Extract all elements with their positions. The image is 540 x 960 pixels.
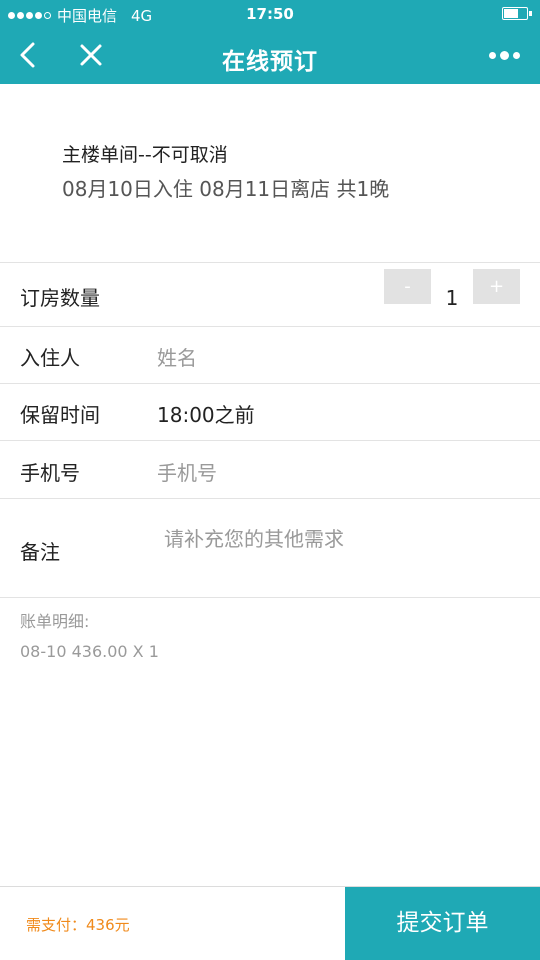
quantity-label: 订房数量 [20, 286, 100, 310]
stay-dates: 08月10日入住 08月11日离店 共1晚 [62, 177, 390, 201]
nav-bar: 在线预订 [0, 28, 540, 84]
submit-order-button[interactable]: 提交订单 [345, 887, 540, 960]
room-name: 主楼单间--不可取消 [62, 144, 228, 166]
bill-line: 08-10 436.00 X 1 [20, 642, 159, 661]
divider [0, 262, 540, 263]
room-info: 主楼单间--不可取消 08月10日入住 08月11日离店 共1晚 [62, 140, 389, 202]
divider [0, 597, 540, 598]
status-bar: 中国电信 4G 17:50 [0, 0, 540, 28]
guest-label: 入住人 [20, 346, 80, 370]
divider [0, 440, 540, 441]
divider [0, 326, 540, 327]
hold-time-select[interactable]: 18:00之前 [157, 399, 255, 428]
remark-textarea[interactable]: 请补充您的其他需求 [164, 523, 344, 552]
battery-icon [502, 7, 532, 20]
remark-label: 备注 [20, 540, 60, 564]
phone-input[interactable]: 手机号 [157, 457, 217, 486]
status-time: 17:50 [246, 5, 294, 23]
phone-label: 手机号 [20, 461, 80, 485]
divider [0, 383, 540, 384]
bill-title: 账单明细: [20, 612, 90, 631]
divider [0, 498, 540, 499]
more-dots-icon[interactable] [486, 48, 522, 62]
pay-amount: 需支付：436元 [26, 916, 130, 934]
hold-time-label: 保留时间 [20, 403, 100, 427]
quantity-increase-button[interactable]: + [473, 269, 520, 304]
page-title: 在线预订 [222, 49, 318, 75]
quantity-decrease-button[interactable]: - [384, 269, 431, 304]
quantity-value: 1 [445, 286, 459, 310]
guest-name-input[interactable]: 姓名 [157, 342, 197, 371]
